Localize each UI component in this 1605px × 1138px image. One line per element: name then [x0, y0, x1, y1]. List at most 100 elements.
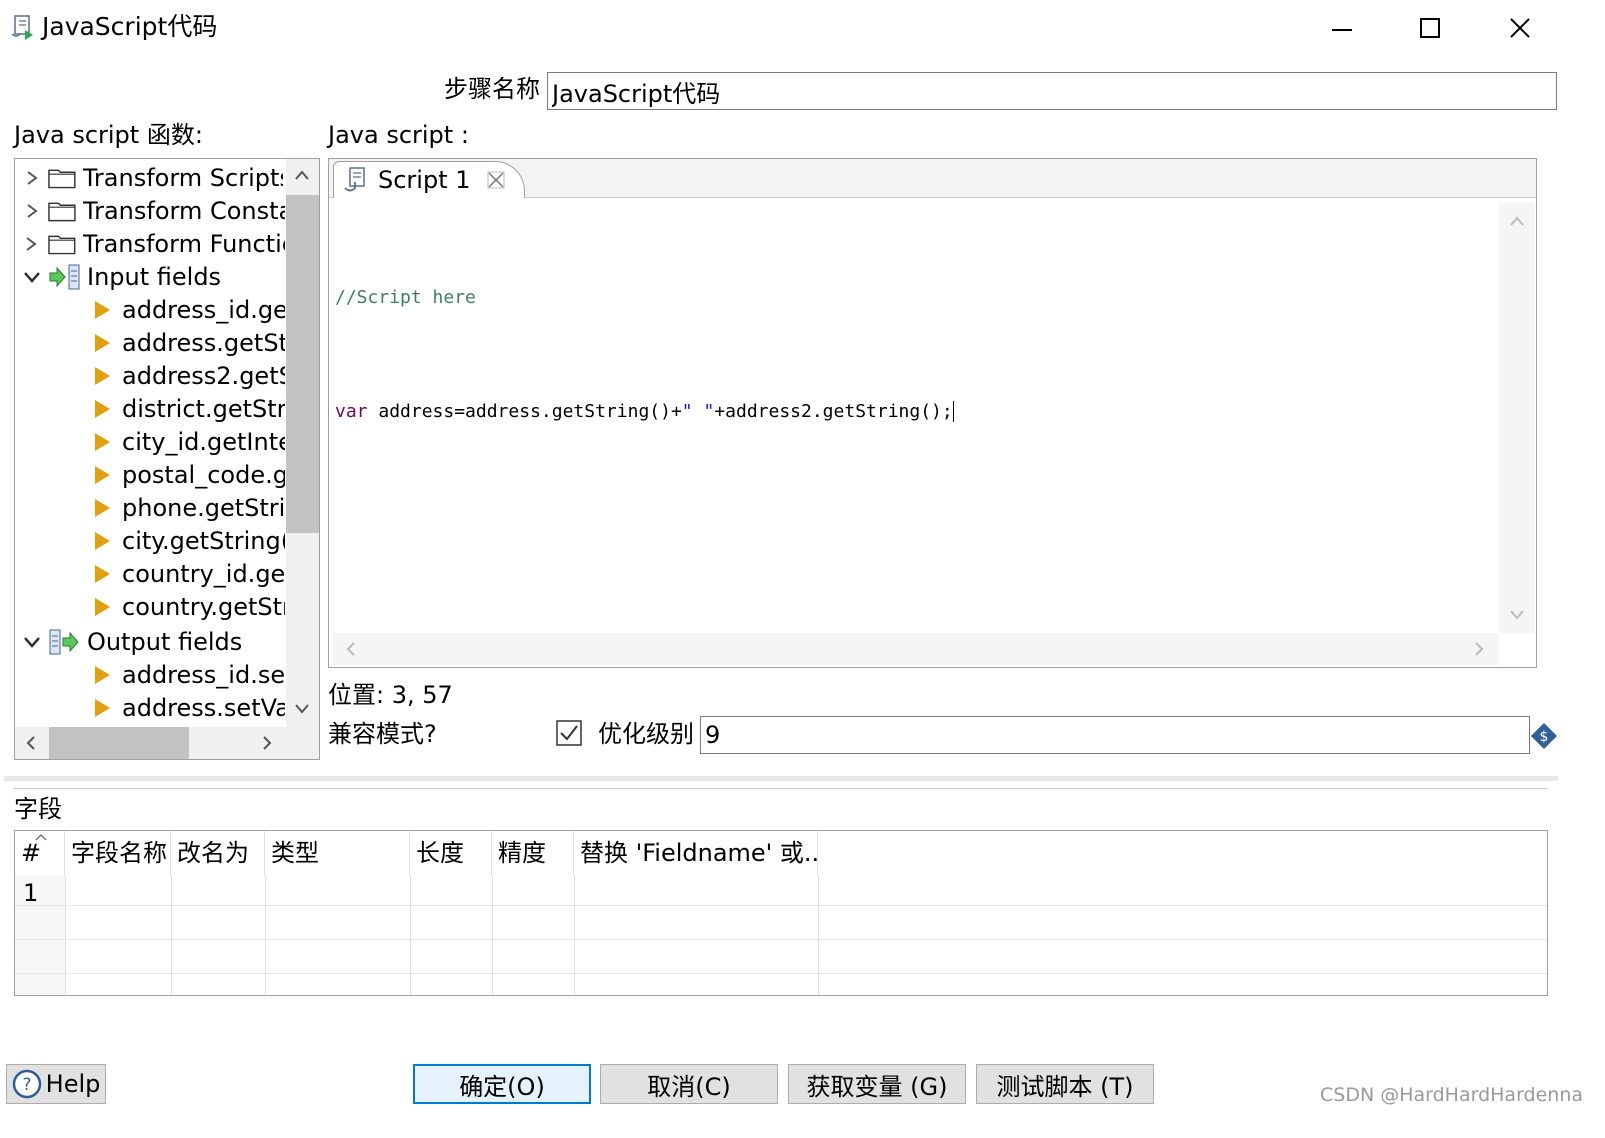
column-header-label: 改名为 — [177, 839, 249, 867]
tree-item-output-field[interactable]: address_id.set\ — [95, 658, 285, 691]
tree-horizontal-scroll-thumb[interactable] — [49, 727, 189, 759]
cursor-position: 位置: 3, 57 — [328, 681, 453, 709]
script-label: Java script : — [328, 121, 469, 149]
cancel-button[interactable]: 取消(C) — [600, 1064, 778, 1104]
table-row[interactable] — [65, 875, 1547, 905]
tree-item-label: phone.getStrir — [122, 493, 285, 522]
section-divider — [4, 776, 1558, 781]
scroll-right-icon[interactable] — [261, 735, 273, 751]
step-name-input[interactable] — [547, 72, 1557, 110]
scroll-up-icon[interactable] — [1509, 215, 1525, 227]
optimize-level-input[interactable] — [700, 716, 1530, 754]
help-button[interactable]: ? Help — [6, 1064, 106, 1104]
column-header-type[interactable]: 类型 — [265, 831, 410, 875]
optimize-level-label: 优化级别 — [598, 720, 694, 748]
get-variables-button[interactable]: 获取变量 (G) — [788, 1064, 966, 1104]
folder-icon — [48, 202, 76, 221]
close-button[interactable] — [1488, 6, 1552, 50]
tab-script-1[interactable]: Script 1 — [333, 161, 525, 198]
column-header-field-name[interactable]: 字段名称 — [65, 831, 171, 875]
tree-item-transform-constants[interactable]: Transform Consta — [21, 194, 285, 227]
tree-item-input-field[interactable]: address.getStr — [95, 326, 285, 359]
maximize-icon — [1420, 18, 1440, 38]
tree-vertical-scroll-thumb[interactable] — [286, 195, 319, 533]
editor-horizontal-scrollbar[interactable] — [333, 633, 1499, 665]
scroll-right-icon[interactable] — [1473, 641, 1485, 657]
tree-item-input-field[interactable]: district.getStrir — [95, 392, 285, 425]
get-variables-button-label: 获取变量 (G) — [806, 1072, 948, 1101]
tree-item-input-field[interactable]: country_id.get — [95, 557, 285, 590]
maximize-button[interactable] — [1398, 6, 1462, 50]
tree-item-input-field[interactable]: phone.getStrir — [95, 491, 285, 524]
output-fields-icon — [49, 629, 79, 654]
svg-text:?: ? — [22, 1075, 31, 1095]
scroll-left-icon[interactable] — [345, 641, 357, 657]
functions-tree[interactable]: Transform Scripts Transform Consta Trans… — [14, 158, 320, 760]
tree-item-label: country.getStr — [122, 592, 285, 621]
chevron-right-icon[interactable] — [21, 167, 42, 189]
tree-item-input-field[interactable]: address_id.get — [95, 293, 285, 326]
tree-item-input-field[interactable]: postal_code.ge — [95, 458, 285, 491]
scroll-up-icon[interactable] — [294, 169, 310, 181]
fields-label: 字段 — [14, 795, 62, 823]
watermark: CSDN @HardHardHardenna — [1320, 1084, 1584, 1106]
editor-vertical-scrollbar[interactable] — [1499, 203, 1535, 633]
tree-item-label: Output fields — [87, 627, 243, 656]
tree-item-input-field[interactable]: address2.getSt — [95, 359, 285, 392]
title-bar: JavaScript代码 — [0, 0, 1605, 56]
tree-item-label: city.getString() — [122, 526, 285, 555]
minimize-icon — [1332, 29, 1352, 31]
minimize-button[interactable] — [1310, 6, 1374, 50]
tree-item-label: Input fields — [87, 262, 222, 291]
column-header-label: 长度 — [416, 839, 464, 867]
field-triangle-icon — [95, 399, 110, 418]
chevron-down-icon[interactable] — [21, 631, 43, 653]
tree-item-transform-functions[interactable]: Transform Functic — [21, 227, 285, 260]
tree-item-label: Transform Scripts — [82, 163, 283, 192]
tree-item-label: address.setVal — [122, 693, 285, 722]
fields-table[interactable]: # 字段名称 改名为 类型 长度 精度 替换 'Fieldname' 或... … — [14, 830, 1548, 996]
script-icon — [344, 167, 365, 192]
ok-button[interactable]: 确定(O) — [413, 1064, 591, 1104]
tree-item-output-fields[interactable]: Output fields — [21, 625, 285, 658]
test-script-button[interactable]: 测试脚本 (T) — [976, 1064, 1154, 1104]
script-editor[interactable]: Script 1 //Script here var address=addre… — [328, 158, 1537, 668]
tree-item-input-field[interactable]: country.getStr — [95, 590, 285, 623]
column-header-label: # — [21, 839, 42, 867]
chevron-right-icon[interactable] — [21, 233, 42, 255]
chevron-down-icon[interactable] — [21, 266, 43, 288]
scroll-down-icon[interactable] — [294, 703, 310, 715]
column-header-rename[interactable]: 改名为 — [171, 831, 265, 875]
tree-item-label: address_id.get — [122, 295, 285, 324]
close-icon — [1510, 18, 1530, 38]
help-icon: ? — [12, 1069, 41, 1099]
code-keyword: var — [335, 401, 368, 422]
code-string: " " — [681, 401, 715, 422]
tree-item-input-field[interactable]: city.getString() — [95, 524, 285, 557]
tree-item-label: Transform Functic — [82, 229, 285, 258]
field-triangle-icon — [95, 300, 110, 319]
column-header-length[interactable]: 长度 — [410, 831, 492, 875]
tree-item-input-field[interactable]: city_id.getInteg — [95, 425, 285, 458]
optimize-checkbox[interactable] — [556, 720, 582, 746]
close-tab-icon[interactable] — [485, 169, 507, 191]
field-triangle-icon — [95, 698, 110, 717]
field-triangle-icon — [95, 665, 110, 684]
input-fields-icon — [49, 264, 80, 289]
tree-item-input-fields[interactable]: Input fields — [21, 260, 285, 293]
tree-item-transform-scripts[interactable]: Transform Scripts — [21, 161, 283, 194]
column-header-precision[interactable]: 精度 — [492, 831, 574, 875]
column-header-label: 精度 — [498, 839, 546, 867]
folder-icon — [48, 169, 76, 188]
variable-icon[interactable]: $ — [1530, 722, 1558, 750]
field-triangle-icon — [95, 432, 110, 451]
code-area[interactable]: //Script here var address=address.getStr… — [335, 203, 1495, 507]
chevron-right-icon[interactable] — [21, 200, 42, 222]
field-triangle-icon — [95, 531, 110, 550]
tree-item-output-field[interactable]: address.setVal — [95, 691, 285, 724]
scroll-left-icon[interactable] — [25, 735, 37, 751]
fields-group-line — [14, 788, 1548, 789]
scroll-down-icon[interactable] — [1509, 609, 1525, 621]
code-text: address=address.getString()+ — [367, 401, 682, 422]
column-header-replace[interactable]: 替换 'Fieldname' 或... — [574, 831, 818, 875]
